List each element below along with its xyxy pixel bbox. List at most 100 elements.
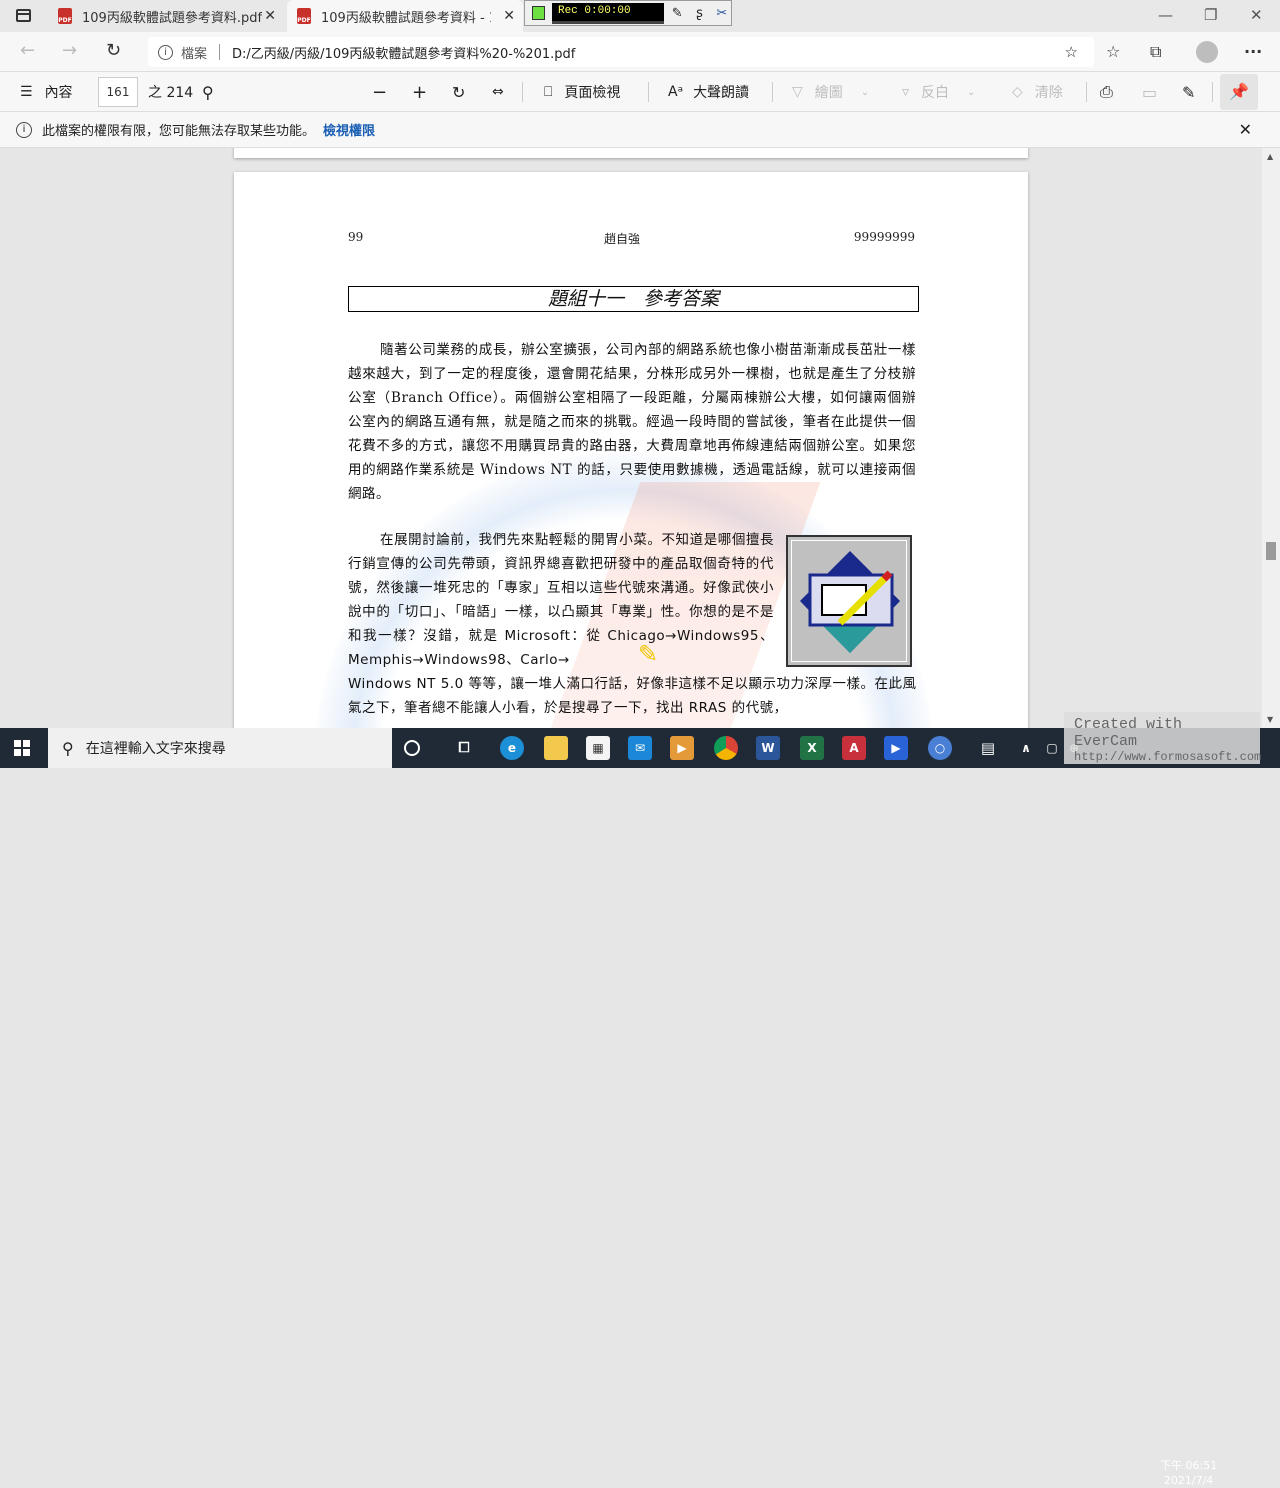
- draw-icon: ▽: [792, 84, 803, 100]
- chevron-down-icon[interactable]: ⌄: [861, 87, 869, 98]
- scroll-down-icon[interactable]: ▼: [1267, 715, 1273, 724]
- page-view-label: 頁面檢視: [564, 85, 621, 101]
- chromium-icon[interactable]: ○: [928, 736, 952, 760]
- access-icon[interactable]: A: [842, 736, 866, 760]
- permissions-message: 此檔案的權限有限，您可能無法存取某些功能。: [42, 124, 316, 139]
- eraser-icon: ◇: [1012, 84, 1023, 100]
- search-placeholder: 在這裡輸入文字來搜尋: [85, 741, 226, 757]
- close-tab-icon[interactable]: ✕: [264, 8, 276, 24]
- clock-time: 下午 06:51: [1160, 1459, 1218, 1472]
- zoom-icon[interactable]: ▶: [884, 736, 908, 760]
- minimize-button[interactable]: —: [1158, 6, 1173, 24]
- highlight-button[interactable]: ▿ 反白 ⌄: [902, 72, 975, 112]
- excel-icon[interactable]: X: [800, 736, 824, 760]
- profile-avatar[interactable]: [1196, 41, 1218, 63]
- scissors-icon[interactable]: ✂: [713, 6, 731, 21]
- header-center: 趙自強: [604, 232, 641, 246]
- chevron-up-icon[interactable]: ∧: [1014, 736, 1038, 760]
- url-text[interactable]: D:/乙丙級/丙級/109丙級軟體試題參考資料%20-%201.pdf: [232, 43, 575, 62]
- scrollbar-thumb[interactable]: [1266, 542, 1276, 560]
- pin-toolbar-button[interactable]: 📌: [1220, 74, 1258, 110]
- page-view-button[interactable]: ⎕ 頁面檢視: [544, 72, 620, 112]
- permissions-infobar: i 此檔案的權限有限，您可能無法存取某些功能。 檢視權限 ✕: [0, 112, 1280, 148]
- scroll-up-icon[interactable]: ▲: [1267, 152, 1273, 161]
- chrome-icon[interactable]: [714, 736, 738, 760]
- section-title: 題組十一 參考答案: [348, 286, 919, 312]
- contents-button[interactable]: ☰ 內容: [20, 72, 73, 112]
- routing-icon: [800, 551, 900, 653]
- paragraph: Windows NT 5.0 等等，讓一堆人滿口行話，好像非這樣不足以顯示功力深…: [348, 676, 917, 716]
- back-button[interactable]: ←: [20, 40, 35, 61]
- recorder-toolbar: Rec 0:00:00 ✎ ʂ ✂: [524, 0, 732, 26]
- close-tab-icon[interactable]: ✕: [503, 8, 515, 24]
- chevron-down-icon[interactable]: ⌄: [967, 87, 975, 98]
- pdf-icon: PDF: [297, 8, 311, 24]
- print-icon[interactable]: ⎙: [1100, 72, 1113, 112]
- view-permissions-link[interactable]: 檢視權限: [323, 120, 375, 139]
- save-as-icon[interactable]: ✎: [1182, 72, 1195, 112]
- rotate-button[interactable]: ↻: [452, 72, 465, 112]
- collections-icon[interactable]: ⧉: [1150, 42, 1161, 62]
- clock[interactable]: 下午 06:51 2021/7/4: [1160, 1458, 1217, 1488]
- highlighter-icon: ▿: [902, 84, 910, 100]
- record-button[interactable]: [532, 6, 545, 20]
- file-explorer-icon[interactable]: [544, 736, 568, 760]
- watermark-line2: http://www.formosasoft.com: [1074, 750, 1262, 764]
- highlight-label: 反白: [921, 85, 950, 101]
- note-icon[interactable]: ✎: [668, 6, 686, 21]
- media-player-icon[interactable]: ▶: [670, 736, 694, 760]
- edge-icon[interactable]: e: [500, 736, 524, 760]
- task-view-icon[interactable]: ⧠: [452, 736, 476, 760]
- divider: [219, 44, 221, 60]
- draw-button[interactable]: ▽ 繪圖 ⌄: [792, 72, 869, 112]
- zoom-in-button[interactable]: +: [412, 72, 427, 112]
- save-icon[interactable]: ▭: [1142, 72, 1157, 112]
- url-field[interactable]: i 檔案 D:/乙丙級/丙級/109丙級軟體試題參考資料%20-%201.pdf…: [148, 37, 1094, 67]
- taskbar-search[interactable]: ⚲ 在這裡輸入文字來搜尋: [48, 728, 392, 768]
- cortana-icon[interactable]: [404, 740, 420, 756]
- page-total: 之 214: [148, 85, 194, 101]
- annotate-icon[interactable]: ʂ: [690, 6, 708, 21]
- add-favorite-icon[interactable]: ☆: [1065, 43, 1078, 61]
- forward-button[interactable]: →: [62, 40, 77, 61]
- site-label: 檔案: [181, 46, 208, 62]
- pencil-cursor-icon: ✎: [638, 640, 659, 668]
- refresh-button[interactable]: ↻: [106, 40, 121, 61]
- info-icon[interactable]: i: [158, 44, 173, 60]
- vertical-scrollbar[interactable]: ▲ ▼: [1262, 148, 1280, 728]
- zoom-out-button[interactable]: −: [372, 72, 387, 112]
- erase-button[interactable]: ◇ 清除: [1012, 72, 1063, 112]
- favorites-icon[interactable]: ☆: [1106, 42, 1120, 61]
- word-icon[interactable]: W: [756, 736, 780, 760]
- record-timer: Rec 0:00:00: [551, 2, 665, 24]
- clock-date: 2021/7/4: [1163, 1474, 1214, 1487]
- windows-start-icon[interactable]: [14, 740, 30, 756]
- more-menu-icon[interactable]: ···: [1244, 42, 1262, 61]
- tab-actions-icon[interactable]: [16, 9, 31, 22]
- read-aloud-label: 大聲朗讀: [693, 85, 750, 101]
- paragraph: 隨著公司業務的成長，辦公室擴張，公司內部的網路系統也像小樹苗漸漸成長茁壯一樣越來…: [348, 342, 916, 502]
- fit-width-button[interactable]: ⇔: [492, 72, 504, 112]
- tab-pdf-2[interactable]: PDF 109丙級軟體試題參考資料 - 1.pdf ✕: [287, 0, 523, 32]
- close-infobar-icon[interactable]: ✕: [1239, 120, 1252, 139]
- tab-title: 109丙級軟體試題參考資料.pdf: [82, 10, 263, 26]
- pdf-viewer[interactable]: 99 趙自強 99999999 題組十一 參考答案 隨著公司業務的成長，辦公室擴…: [0, 148, 1262, 728]
- divider: [648, 82, 649, 102]
- search-icon: ⚲: [62, 738, 74, 758]
- page-number-input[interactable]: 161: [98, 77, 138, 107]
- info-icon: i: [16, 121, 32, 138]
- previous-page: [234, 148, 1028, 158]
- restore-button[interactable]: ❐: [1204, 6, 1217, 24]
- store-icon[interactable]: ▦: [586, 736, 610, 760]
- meet-now-icon[interactable]: ▢: [1040, 736, 1064, 760]
- draw-label: 繪圖: [814, 85, 843, 101]
- news-icon[interactable]: ▤: [976, 736, 1000, 760]
- close-window-button[interactable]: ✕: [1250, 6, 1263, 24]
- contents-label: 內容: [44, 85, 73, 101]
- list-icon: ☰: [20, 84, 33, 100]
- tab-pdf-1[interactable]: PDF 109丙級軟體試題參考資料.pdf ✕: [48, 0, 284, 32]
- mail-icon[interactable]: ✉: [628, 736, 652, 760]
- pdf-page: 99 趙自強 99999999 題組十一 參考答案 隨著公司業務的成長，辦公室擴…: [234, 172, 1028, 728]
- search-icon[interactable]: ⚲: [202, 72, 214, 112]
- read-aloud-button[interactable]: Aᵃ 大聲朗讀: [668, 72, 749, 112]
